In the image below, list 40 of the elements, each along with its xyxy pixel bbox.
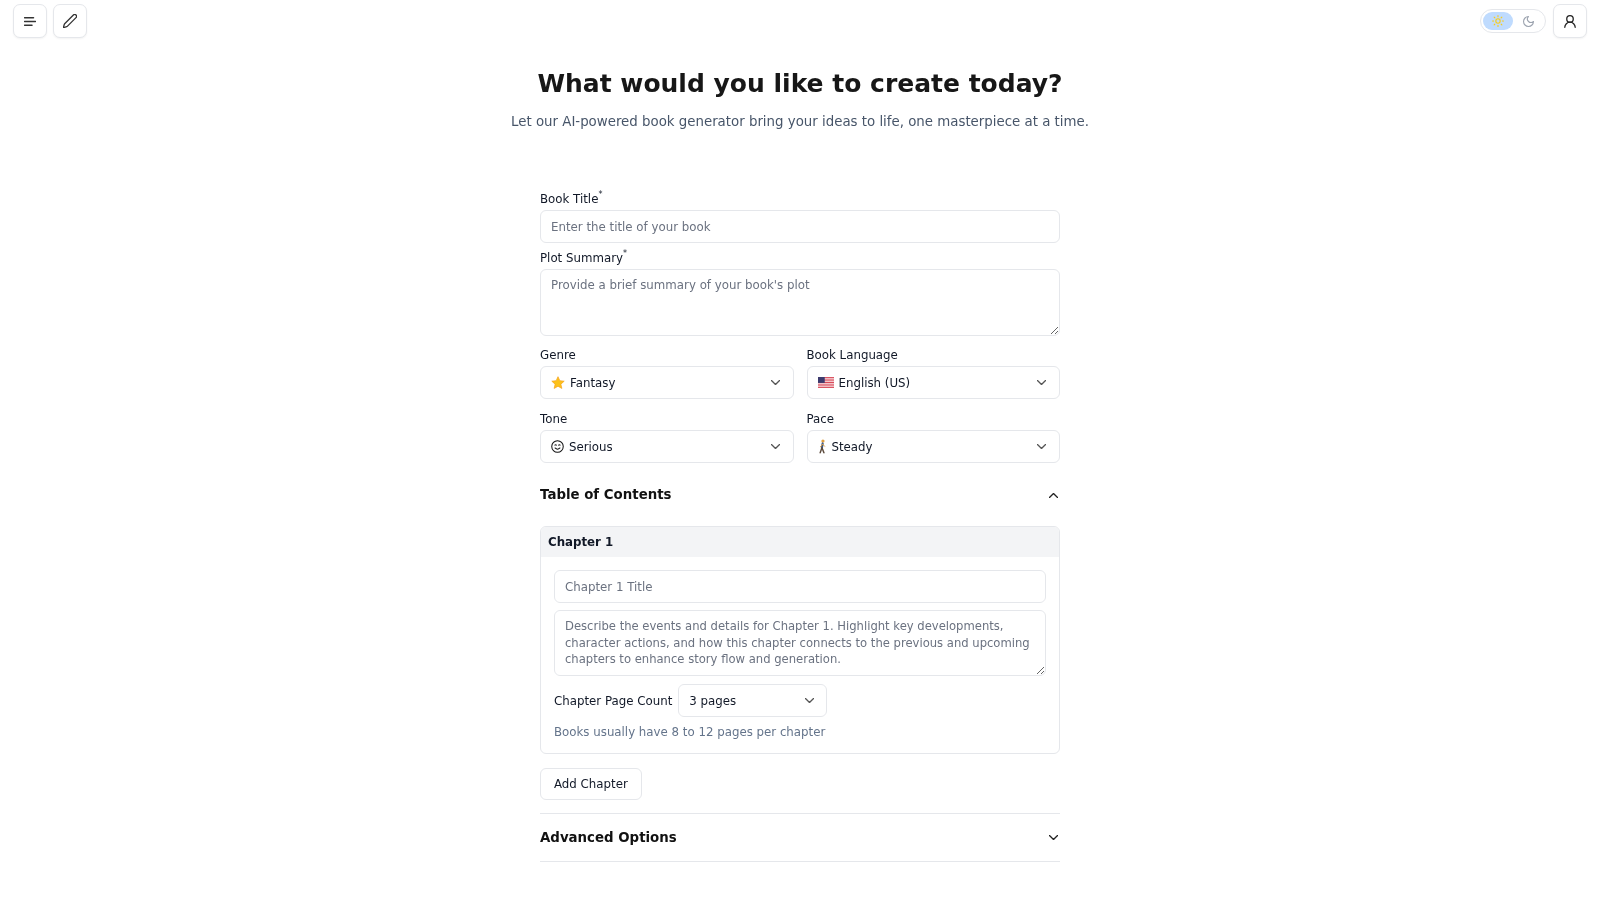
menu-icon: [24, 16, 36, 26]
sun-icon: [1492, 15, 1504, 27]
section-toggle[interactable]: Advanced Options: [540, 827, 1060, 848]
dropdown-select[interactable]: English (US): [806, 366, 1060, 399]
page-count-select[interactable]: 3 pages: [678, 684, 828, 717]
chapter-title-input[interactable]: Chapter 1 Title: [554, 570, 1046, 603]
text-area[interactable]: Provide a brief summary of your book's plot: [540, 269, 1060, 336]
section-toggle[interactable]: Table of Contents: [540, 485, 1060, 505]
menu-button[interactable]: [13, 4, 47, 38]
chevron-down-icon: [770, 380, 780, 385]
dropdown-select[interactable]: Serious: [540, 430, 794, 463]
dropdown-select[interactable]: Steady: [806, 430, 1060, 463]
page-count-label: Chapter Page Count: [554, 692, 673, 710]
chevron-down-icon: [1037, 380, 1046, 385]
field-label: Pace: [806, 411, 835, 428]
chevron-down-icon: [805, 698, 815, 703]
page-subtitle: Let our AI-powered book generator bring your ideas to life, one masterpiece at a time.: [510, 113, 1090, 131]
user-icon: [1564, 14, 1576, 28]
moon-icon: [1522, 15, 1534, 27]
flag-icon: [817, 377, 834, 388]
add-chapter-button[interactable]: Add Chapter: [540, 768, 642, 800]
chevron-down-icon: [770, 444, 780, 449]
field-label: Book Title$^{*}$: [540, 190, 603, 208]
dropdown-select[interactable]: Fantasy: [540, 366, 794, 399]
pencil-icon: [63, 14, 77, 28]
chevron-down-icon: [1037, 444, 1046, 449]
walking-person-icon: [817, 439, 827, 454]
chapter-header: Chapter 1: [541, 527, 1059, 557]
star-icon: [551, 375, 565, 390]
text-input[interactable]: Enter the title of your book: [540, 210, 1060, 243]
page-title: What would you like to create today?: [536, 68, 1064, 99]
chapter-description-textarea[interactable]: Describe the events and details for Chapter 1. Highlight key developments, character actions, and how this chapter connects to the previous and upcoming chapters to enhance story flow and generation.: [554, 610, 1046, 676]
field-label: Tone: [540, 411, 568, 428]
smiley-icon: [551, 440, 564, 453]
hint-text: Books usually have 8 to 12 pages per chapter: [554, 724, 826, 741]
field-label: Book Language: [806, 347, 898, 364]
edit-button[interactable]: [53, 4, 87, 38]
field-label: Genre: [540, 347, 576, 364]
user-button[interactable]: [1553, 4, 1587, 38]
field-label: Plot Summary$^{*}$: [540, 249, 627, 267]
